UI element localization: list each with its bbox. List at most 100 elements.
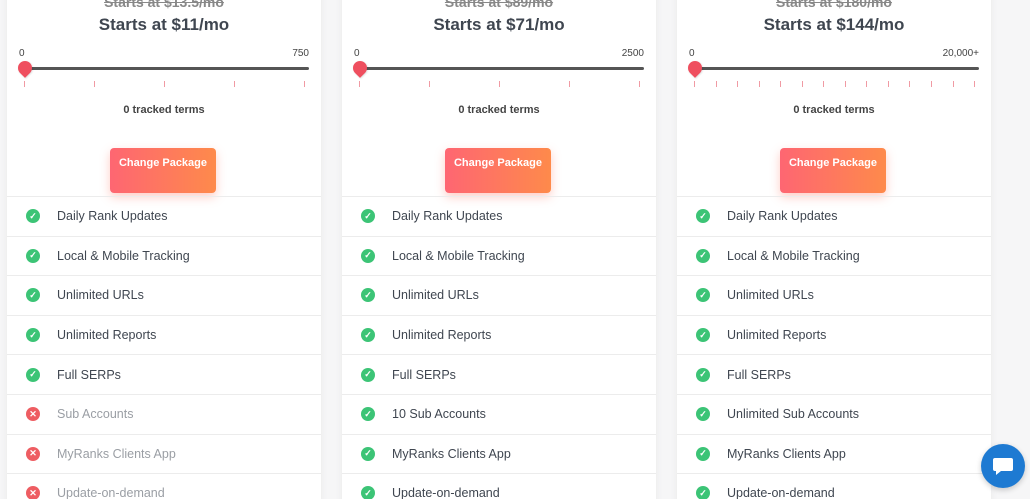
- feature-item: ✕ Sub Accounts: [7, 393, 321, 434]
- feature-item: ✓ Local & Mobile Tracking: [342, 235, 656, 276]
- old-price: Starts at $13.5/mo: [104, 0, 224, 10]
- check-circle-icon: ✓: [361, 328, 375, 343]
- check-circle-icon: ✓: [361, 486, 375, 499]
- feature-item: ✓ Daily Rank Updates: [7, 196, 321, 236]
- feature-list: ✓ Daily Rank Updates ✓ Local & Mobile Tr…: [677, 196, 991, 499]
- range-min-label: 0: [354, 48, 360, 59]
- slider-tick: [844, 81, 846, 87]
- feature-item: ✓ Daily Rank Updates: [342, 196, 656, 236]
- feature-label: Unlimited URLs: [727, 288, 814, 303]
- check-circle-icon: ✓: [696, 367, 710, 382]
- slider-tick: [569, 81, 570, 87]
- slider-tick: [887, 81, 889, 87]
- change-package-button[interactable]: Change Package: [780, 148, 886, 193]
- slider-tick: [758, 81, 760, 87]
- feature-label: Local & Mobile Tracking: [392, 248, 525, 263]
- tracked-terms: 0 tracked terms: [458, 104, 540, 116]
- check-circle-icon: ✓: [26, 328, 40, 343]
- price: Starts at $71/mo: [433, 15, 565, 34]
- old-price: Starts at $180/mo: [776, 0, 892, 10]
- slider-tick: [952, 81, 954, 87]
- feature-label: MyRanks Clients App: [727, 446, 846, 461]
- feature-label: Daily Rank Updates: [57, 209, 168, 224]
- check-circle-icon: ✓: [361, 209, 375, 224]
- slider-tick: [694, 81, 695, 87]
- slider-track[interactable]: [23, 67, 309, 70]
- check-circle-icon: ✓: [696, 486, 710, 499]
- feature-item: ✓ Local & Mobile Tracking: [7, 235, 321, 276]
- old-price: Starts at $89/mo: [444, 0, 554, 10]
- slider-thumb[interactable]: [685, 58, 705, 78]
- feature-label: Update-on-demand: [392, 486, 500, 499]
- x-circle-icon: ✕: [26, 446, 40, 461]
- feature-item: ✓ Unlimited URLs: [7, 275, 321, 315]
- pricing-card: Starts at $89/mo Starts at $71/mo 0 2500…: [342, 0, 656, 499]
- slider-tick: [499, 81, 500, 87]
- x-circle-icon: ✕: [26, 407, 40, 422]
- check-circle-icon: ✓: [696, 446, 710, 461]
- check-circle-icon: ✓: [696, 288, 710, 303]
- check-circle-icon: ✓: [361, 407, 375, 422]
- chat-button[interactable]: [981, 444, 1025, 488]
- feature-label: Update-on-demand: [57, 486, 165, 499]
- feature-item: ✓ MyRanks Clients App: [677, 433, 991, 474]
- check-circle-icon: ✓: [696, 407, 710, 422]
- check-circle-icon: ✓: [26, 288, 40, 303]
- change-package-button[interactable]: Change Package: [445, 148, 551, 193]
- pricing-card: Starts at $13.5/mo Starts at $11/mo 0 75…: [7, 0, 321, 499]
- feature-label: 10 Sub Accounts: [392, 407, 486, 422]
- range-max-label: 2500: [621, 48, 644, 59]
- slider-tick: [359, 81, 360, 87]
- change-package-button[interactable]: Change Package: [110, 148, 216, 193]
- chat-bubble-icon: [993, 458, 1013, 475]
- feature-label: MyRanks Clients App: [57, 446, 176, 461]
- slider-thumb[interactable]: [350, 58, 370, 78]
- slider-tick: [94, 81, 95, 87]
- feature-item: ✓ Full SERPs: [7, 354, 321, 394]
- range-max-label: 750: [292, 48, 309, 59]
- slider-tick: [974, 81, 975, 87]
- feature-item: ✓ Full SERPs: [342, 354, 656, 394]
- slider-track[interactable]: [358, 67, 644, 70]
- feature-label: Unlimited Reports: [57, 328, 157, 343]
- slider-track[interactable]: [693, 67, 979, 70]
- feature-list: ✓ Daily Rank Updates ✓ Local & Mobile Tr…: [7, 196, 321, 499]
- feature-item: ✓ Full SERPs: [677, 354, 991, 394]
- feature-label: Full SERPs: [57, 367, 121, 382]
- tracked-terms: 0 tracked terms: [793, 104, 875, 116]
- x-circle-icon: ✕: [26, 486, 40, 499]
- feature-label: MyRanks Clients App: [392, 446, 511, 461]
- feature-item: ✓ Unlimited Reports: [342, 314, 656, 355]
- feature-label: Unlimited URLs: [392, 288, 479, 303]
- feature-item: ✓ Unlimited Reports: [7, 314, 321, 355]
- price: Starts at $144/mo: [763, 15, 905, 34]
- feature-item: ✓ Daily Rank Updates: [677, 196, 991, 236]
- feature-label: Sub Accounts: [57, 407, 134, 422]
- check-circle-icon: ✓: [26, 209, 40, 224]
- check-circle-icon: ✓: [361, 248, 375, 263]
- feature-item: ✓ Unlimited Sub Accounts: [677, 393, 991, 434]
- check-circle-icon: ✓: [696, 209, 710, 224]
- feature-item: ✓ Unlimited URLs: [677, 275, 991, 315]
- slider-thumb[interactable]: [15, 58, 35, 78]
- feature-item: ✓ Unlimited URLs: [342, 275, 656, 315]
- slider-tick: [24, 81, 25, 87]
- slider-tick: [429, 81, 430, 87]
- check-circle-icon: ✓: [696, 328, 710, 343]
- feature-label: Local & Mobile Tracking: [727, 248, 860, 263]
- feature-label: Unlimited Reports: [727, 328, 827, 343]
- slider-tick: [930, 81, 932, 87]
- feature-item: ✓ Unlimited Reports: [677, 314, 991, 355]
- check-circle-icon: ✓: [361, 288, 375, 303]
- feature-label: Update-on-demand: [727, 486, 835, 499]
- range-min-label: 0: [19, 48, 25, 59]
- check-circle-icon: ✓: [26, 248, 40, 263]
- feature-item: ✕ MyRanks Clients App: [7, 433, 321, 474]
- feature-item: ✕ Update-on-demand: [7, 473, 321, 499]
- feature-item: ✓ MyRanks Clients App: [342, 433, 656, 474]
- range-max-label: 20,000+: [942, 48, 979, 59]
- slider-tick: [801, 81, 803, 87]
- check-circle-icon: ✓: [696, 248, 710, 263]
- range-min-label: 0: [689, 48, 695, 59]
- feature-label: Unlimited URLs: [57, 288, 144, 303]
